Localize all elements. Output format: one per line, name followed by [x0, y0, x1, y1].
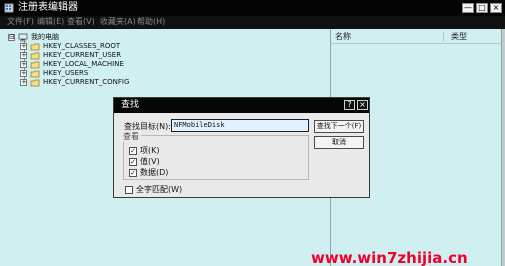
- expand-icon[interactable]: +: [20, 52, 27, 59]
- menu-view[interactable]: 查看(V): [67, 17, 95, 27]
- computer-icon: [18, 33, 28, 42]
- dialog-close-button[interactable]: ×: [357, 100, 368, 110]
- find-target-input[interactable]: NFMobileDisk: [171, 119, 309, 132]
- dialog-title: 查找: [121, 100, 140, 110]
- match-whole-label: 全字匹配(W): [136, 185, 183, 194]
- look-in-title: 查看: [121, 132, 141, 142]
- window-title: 注册表编辑器: [18, 2, 78, 13]
- cancel-button[interactable]: 取消: [314, 136, 364, 149]
- list-header-row: 名称 类型: [331, 30, 501, 44]
- menu-edit[interactable]: 编辑(E): [37, 17, 64, 27]
- site-watermark: www.win7zhijia.cn: [311, 249, 468, 266]
- checkmark-icon[interactable]: ✓: [129, 158, 137, 166]
- help-button[interactable]: ?: [344, 100, 355, 110]
- column-header-name[interactable]: 名称: [335, 31, 351, 42]
- registry-editor-window: 注册表编辑器 — □ × 文件(F) 编辑(E) 查看(V) 收藏夹(A) 帮助…: [0, 0, 505, 266]
- expand-icon[interactable]: +: [20, 61, 27, 68]
- column-divider[interactable]: [443, 32, 444, 42]
- menu-help[interactable]: 帮助(H): [137, 17, 165, 27]
- folder-icon: [30, 70, 40, 78]
- tree-item-label: HKEY_USERS: [43, 69, 89, 77]
- checkbox-unchecked[interactable]: [125, 186, 133, 194]
- registry-editor-icon: [4, 3, 14, 13]
- dialog-titlebar[interactable]: 查找 ? ×: [114, 98, 369, 113]
- checkmark-icon[interactable]: ✓: [129, 147, 137, 155]
- window-titlebar[interactable]: 注册表编辑器 — □ ×: [0, 0, 505, 16]
- option-data-label: 数据(D): [140, 168, 169, 177]
- tree-item-label: HKEY_LOCAL_MACHINE: [43, 60, 124, 68]
- option-values-label: 值(V): [140, 157, 160, 166]
- expand-icon[interactable]: +: [20, 79, 27, 86]
- find-dialog: 查找 ? × 查找目标(N): NFMobileDisk 查找下一个(F) 取消…: [113, 97, 370, 198]
- checkmark-icon[interactable]: ✓: [129, 169, 137, 177]
- close-button[interactable]: ×: [490, 3, 502, 13]
- minimize-button[interactable]: —: [462, 3, 474, 13]
- tree-root-label: 我的电脑: [31, 33, 59, 41]
- folder-icon: [30, 79, 40, 87]
- column-header-type[interactable]: 类型: [451, 31, 467, 42]
- option-keys-label: 项(K): [140, 146, 160, 155]
- maximize-button[interactable]: □: [476, 3, 488, 13]
- menu-favorites[interactable]: 收藏夹(A): [100, 17, 136, 27]
- folder-icon: [30, 61, 40, 69]
- expand-icon[interactable]: +: [20, 43, 27, 50]
- vertical-scrollbar[interactable]: [501, 29, 505, 266]
- find-next-button[interactable]: 查找下一个(F): [314, 120, 364, 133]
- folder-icon: [30, 43, 40, 51]
- find-target-label: 查找目标(N):: [124, 122, 171, 131]
- expand-icon[interactable]: +: [20, 70, 27, 77]
- menu-file[interactable]: 文件(F): [7, 17, 34, 27]
- tree-item-label: HKEY_CURRENT_CONFIG: [43, 78, 130, 86]
- tree-item-label: HKEY_CLASSES_ROOT: [43, 42, 121, 50]
- menu-bar: 文件(F) 编辑(E) 查看(V) 收藏夹(A) 帮助(H): [0, 16, 505, 29]
- tree-item-label: HKEY_CURRENT_USER: [43, 51, 122, 59]
- collapse-icon[interactable]: ⊟: [8, 34, 15, 41]
- folder-icon: [30, 52, 40, 60]
